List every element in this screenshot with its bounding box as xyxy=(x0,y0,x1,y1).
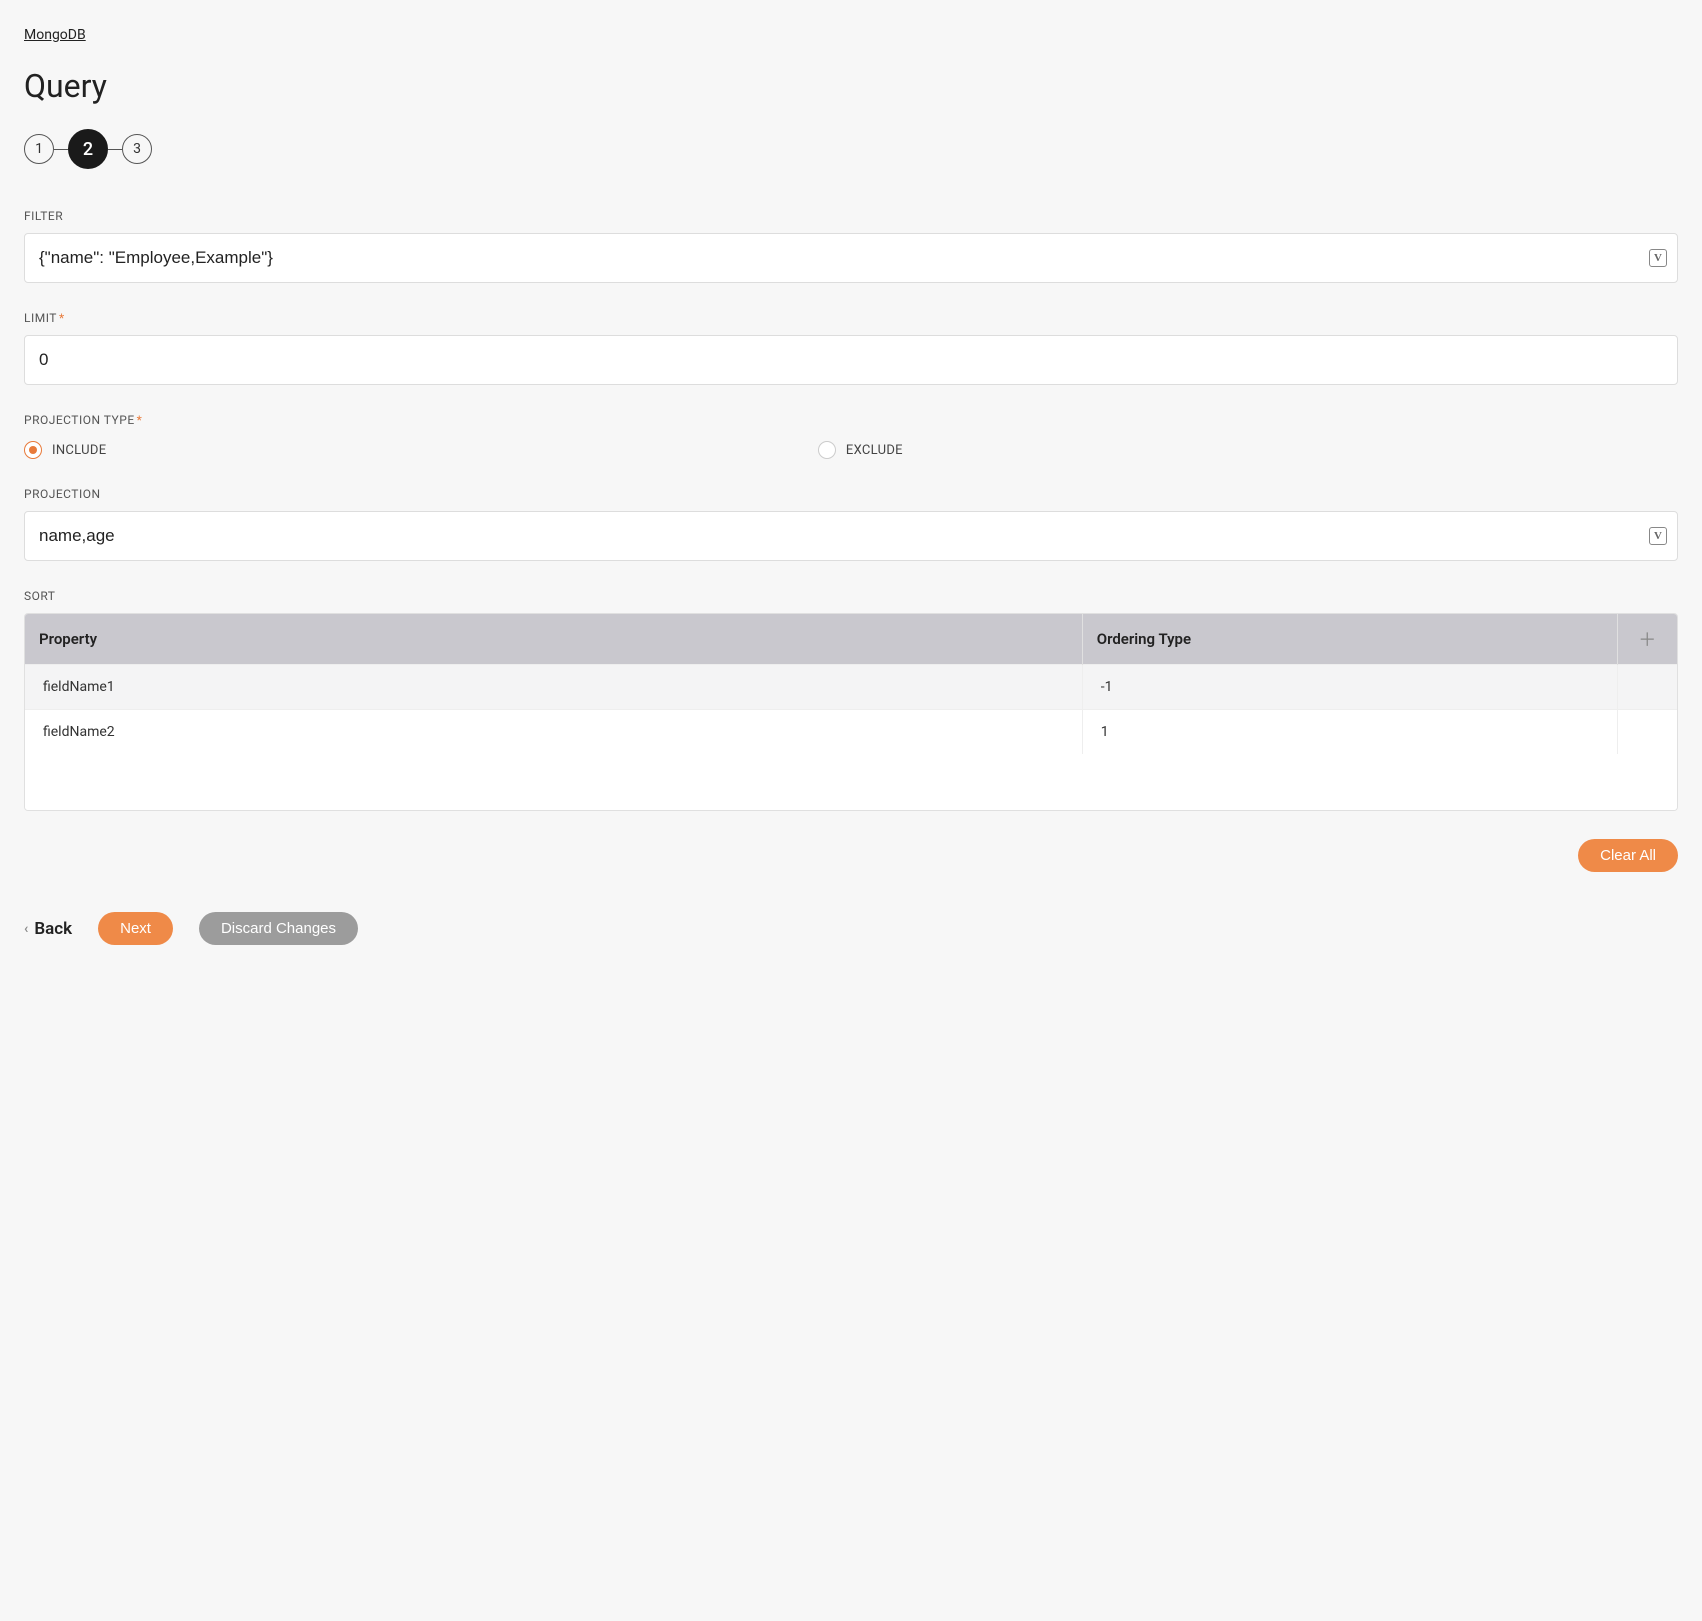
limit-label: LIMIT* xyxy=(24,311,1678,325)
sort-row-ordering: 1 xyxy=(1082,710,1617,755)
breadcrumb-mongodb[interactable]: MongoDB xyxy=(24,27,86,43)
discard-changes-button[interactable]: Discard Changes xyxy=(199,912,358,945)
page-title: Query xyxy=(24,67,1678,105)
filter-input-wrap: V xyxy=(24,233,1678,283)
sort-col-property: Property xyxy=(25,614,1082,665)
sort-table: Property Ordering Type ＋ fieldName1 -1 f… xyxy=(24,613,1678,811)
projection-type-label-text: PROJECTION TYPE xyxy=(24,413,135,427)
step-1[interactable]: 1 xyxy=(24,134,54,164)
radio-exclude-label: EXCLUDE xyxy=(846,443,903,458)
step-3[interactable]: 3 xyxy=(122,134,152,164)
filter-label: FILTER xyxy=(24,209,1678,223)
chevron-left-icon: ‹ xyxy=(24,921,28,937)
limit-input[interactable] xyxy=(25,336,1677,384)
radio-include-label: INCLUDE xyxy=(52,443,106,458)
projection-input-wrap: V xyxy=(24,511,1678,561)
table-row[interactable]: fieldName1 -1 xyxy=(25,665,1677,710)
back-label: Back xyxy=(34,919,72,939)
stepper: 1 2 3 xyxy=(24,129,1678,169)
limit-input-wrap xyxy=(24,335,1678,385)
back-button[interactable]: ‹ Back xyxy=(24,919,72,939)
required-asterisk: * xyxy=(137,413,143,427)
sort-row-property: fieldName2 xyxy=(25,710,1082,755)
sort-row-ordering: -1 xyxy=(1082,665,1617,710)
radio-circle-icon xyxy=(818,441,836,459)
projection-label: PROJECTION xyxy=(24,487,1678,501)
filter-input[interactable] xyxy=(25,234,1677,282)
sort-empty-area xyxy=(25,754,1677,810)
step-line xyxy=(108,149,122,150)
projection-type-label: PROJECTION TYPE* xyxy=(24,413,1678,427)
table-row[interactable]: fieldName2 1 xyxy=(25,710,1677,755)
sort-label: SORT xyxy=(24,589,1678,603)
step-line xyxy=(54,149,68,150)
sort-col-ordering: Ordering Type xyxy=(1082,614,1617,665)
sort-col-add: ＋ xyxy=(1617,614,1677,665)
limit-label-text: LIMIT xyxy=(24,311,57,325)
plus-icon[interactable]: ＋ xyxy=(1638,626,1656,652)
variable-icon[interactable]: V xyxy=(1649,527,1667,545)
sort-row-property: fieldName1 xyxy=(25,665,1082,710)
variable-icon[interactable]: V xyxy=(1649,249,1667,267)
radio-circle-icon xyxy=(24,441,42,459)
clear-all-button[interactable]: Clear All xyxy=(1578,839,1678,872)
projection-input[interactable] xyxy=(25,512,1677,560)
step-2[interactable]: 2 xyxy=(68,129,108,169)
radio-exclude[interactable]: EXCLUDE xyxy=(818,441,1612,459)
radio-include[interactable]: INCLUDE xyxy=(24,441,818,459)
required-asterisk: * xyxy=(59,311,65,325)
next-button[interactable]: Next xyxy=(98,912,173,945)
